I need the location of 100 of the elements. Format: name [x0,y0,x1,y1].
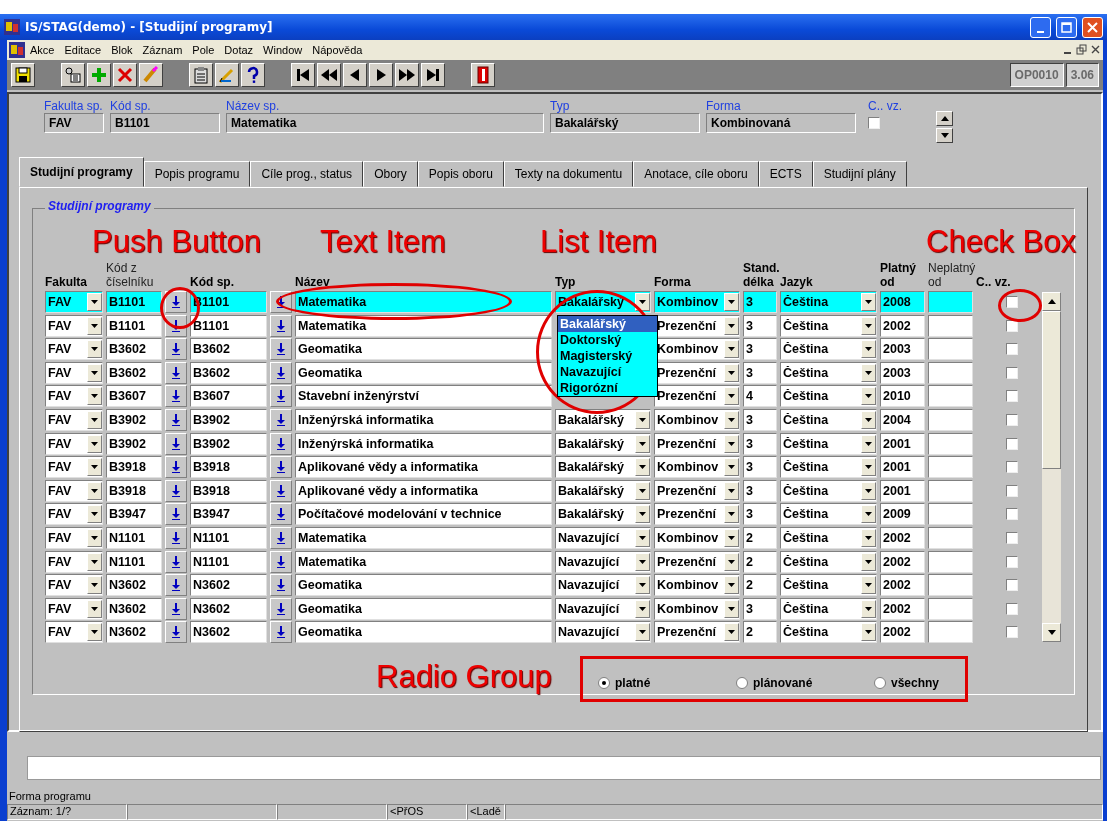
faculty-dropdown[interactable]: FAV [45,408,103,431]
language-dropdown[interactable]: Čeština [780,408,877,431]
lookup-button[interactable] [165,550,187,573]
form-dropdown[interactable]: Kombinov [654,291,740,313]
menu-item[interactable]: Pole [187,42,220,58]
readonly-field[interactable]: B1101 [110,113,220,133]
language-dropdown[interactable]: Čeština [780,574,877,597]
toolbar-button[interactable] [421,63,445,87]
tab[interactable]: Cíle prog., status [250,161,364,187]
code-field[interactable]: B3902 [106,432,162,455]
readonly-field[interactable]: Matematika [226,113,544,133]
code-field[interactable]: N1101 [190,550,267,573]
lookup-button[interactable] [270,526,292,549]
valid-from-field[interactable]: 2002 [880,314,925,337]
faculty-dropdown[interactable]: FAV [45,385,103,408]
lookup-button[interactable] [270,597,292,620]
length-field[interactable]: 3 [743,314,777,337]
code-field[interactable]: N1101 [106,550,162,573]
maximize-button[interactable] [1056,16,1077,38]
toolbar-button[interactable] [317,63,341,87]
menu-item[interactable]: Blok [106,42,138,58]
faculty-dropdown[interactable]: FAV [45,479,103,502]
readonly-field[interactable]: FAV [44,113,104,133]
lookup-button[interactable] [165,479,187,502]
lookup-button[interactable] [270,361,292,384]
valid-to-field[interactable] [928,503,973,526]
readonly-field[interactable]: Kombinovaná [706,113,856,133]
toolbar-button[interactable] [291,63,315,87]
lookup-button[interactable] [165,338,187,361]
tab[interactable]: Obory [363,161,418,187]
length-field[interactable]: 3 [743,291,777,313]
lookup-button[interactable] [165,503,187,526]
valid-to-field[interactable] [928,408,973,431]
toolbar-button[interactable] [189,63,213,87]
language-dropdown[interactable]: Čeština [780,361,877,384]
valid-to-field[interactable] [928,291,973,313]
name-field[interactable]: Inženýrská informatika [295,408,552,431]
code-field[interactable]: B3902 [190,408,267,431]
valid-to-field[interactable] [928,479,973,502]
tab[interactable]: ECTS [758,161,813,187]
valid-from-field[interactable]: 2002 [880,550,925,573]
type-dropdown[interactable]: Navazující [555,621,651,644]
dropdown-option[interactable]: Bakalářský [558,316,657,332]
type-dropdown[interactable]: Navazující [555,597,651,620]
valid-from-field[interactable]: 2002 [880,597,925,620]
toolbar-button[interactable] [11,63,35,87]
radio-button[interactable] [736,677,748,690]
length-field[interactable]: 3 [743,456,777,479]
lookup-button[interactable] [270,385,292,408]
checkbox[interactable] [1006,366,1018,379]
language-dropdown[interactable]: Čeština [780,432,877,455]
code-field[interactable]: B3607 [106,385,162,408]
checkbox[interactable] [1006,437,1018,450]
length-field[interactable]: 2 [743,526,777,549]
valid-from-field[interactable]: 2002 [880,526,925,549]
name-field[interactable]: Matematika [295,291,552,313]
checkbox[interactable] [1006,343,1018,356]
valid-to-field[interactable] [928,597,973,620]
checkbox[interactable] [1006,531,1018,544]
name-field[interactable]: Matematika [295,526,552,549]
lookup-button[interactable] [165,526,187,549]
lookup-button[interactable] [165,314,187,337]
scrollbar[interactable] [1041,291,1062,643]
name-field[interactable]: Geomatika [295,574,552,597]
name-field[interactable]: Geomatika [295,621,552,644]
scroll-down-button[interactable] [936,128,953,143]
form-dropdown[interactable]: Prezenční [654,479,740,502]
code-field[interactable]: B1101 [106,291,162,313]
name-field[interactable]: Matematika [295,550,552,573]
code-field[interactable]: B3602 [106,338,162,361]
type-dropdown[interactable]: Navazující [555,574,651,597]
tab[interactable]: Popis oboru [417,161,504,187]
form-dropdown[interactable]: Prezenční [654,550,740,573]
type-dropdown[interactable]: Navazující [555,550,651,573]
menu-item[interactable]: Window [258,42,308,58]
dropdown-option[interactable]: Navazující [558,364,657,380]
checkbox[interactable] [868,117,880,129]
code-field[interactable]: B3607 [190,385,267,408]
language-dropdown[interactable]: Čeština [780,291,877,313]
valid-to-field[interactable] [928,338,973,361]
faculty-dropdown[interactable]: FAV [45,503,103,526]
valid-from-field[interactable]: 2003 [880,338,925,361]
length-field[interactable]: 3 [743,479,777,502]
lookup-button[interactable] [270,574,292,597]
code-field[interactable]: B3602 [106,361,162,384]
lookup-button[interactable] [270,291,292,313]
valid-to-field[interactable] [928,432,973,455]
code-field[interactable]: N3602 [106,574,162,597]
valid-from-field[interactable]: 2001 [880,432,925,455]
checkbox[interactable] [1006,602,1018,615]
tab[interactable]: Popis programu [143,161,251,187]
type-dropdown[interactable]: Bakalářský [555,479,651,502]
menu-item[interactable]: Editace [59,42,107,58]
valid-to-field[interactable] [928,550,973,573]
language-dropdown[interactable]: Čeština [780,338,877,361]
lookup-button[interactable] [165,385,187,408]
faculty-dropdown[interactable]: FAV [45,456,103,479]
length-field[interactable]: 3 [743,361,777,384]
valid-to-field[interactable] [928,574,973,597]
length-field[interactable]: 3 [743,338,777,361]
